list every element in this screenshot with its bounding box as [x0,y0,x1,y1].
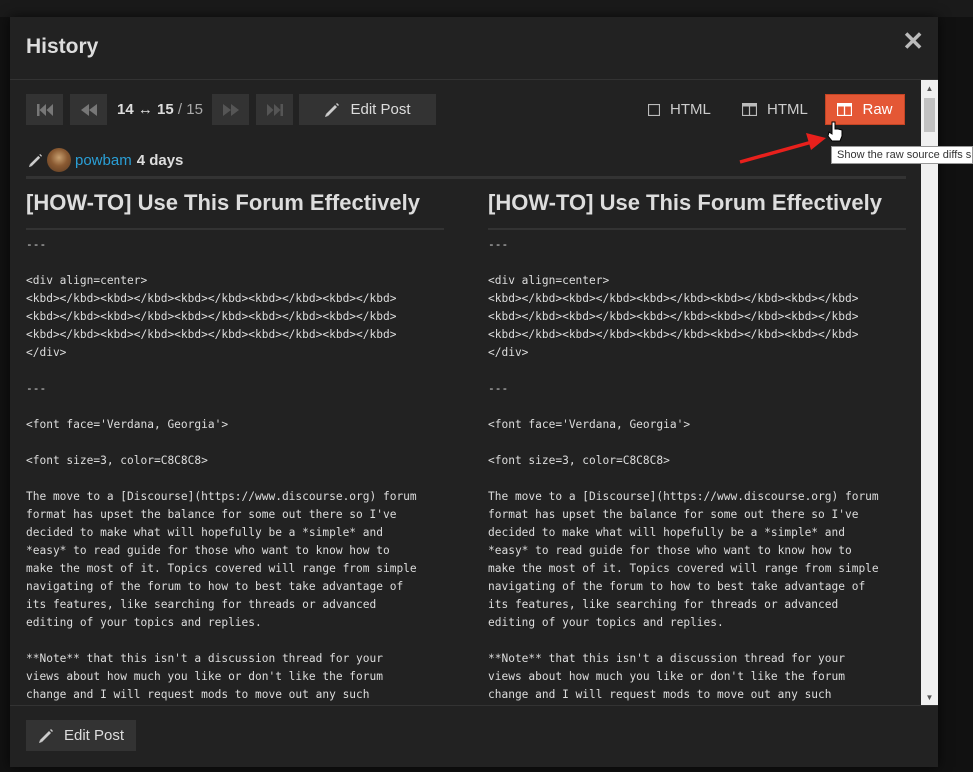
fast-forward-icon [222,103,239,116]
scroll-down-arrow-icon[interactable]: ▼ [921,691,938,705]
revision-age: 4 days [136,151,184,169]
rewind-icon [80,103,97,116]
last-revision-button[interactable] [256,94,293,125]
previous-title: [HOW-TO] Use This Forum Effectively [26,182,444,230]
modal-footer: Edit Post [10,705,938,768]
checkbox-icon [648,103,660,116]
mode-inline-button[interactable]: HTML [648,94,711,125]
mode-inline-label: HTML [670,101,711,118]
skip-last-icon [266,103,283,116]
mode-raw-button[interactable]: Raw [825,94,905,125]
previous-revision-button[interactable] [70,94,107,125]
pencil-icon [38,728,53,743]
modal-title: History [26,35,99,58]
avatar[interactable] [47,148,71,172]
revision-byline: powbam 4 days [28,147,183,173]
pencil-icon [325,102,340,117]
revision-counter: 14 ↔ 15 / 15 [117,101,203,118]
diff-right-column: [HOW-TO] Use This Forum Effectively --- … [488,182,908,704]
mode-side-by-side-label: HTML [767,101,808,118]
raw-tooltip: Show the raw source diffs side-by-side [831,146,973,164]
revision-separator: / [177,101,183,118]
backdrop-top-strip [0,0,973,17]
modal-header: History ✕ [10,17,938,80]
current-title: [HOW-TO] Use This Forum Effectively [488,182,906,230]
first-revision-button[interactable] [26,94,63,125]
revision-from: 14 [117,101,134,118]
footer-edit-post-label: Edit Post [63,727,125,744]
diff-left-column: [HOW-TO] Use This Forum Effectively --- … [26,182,446,704]
divider [26,176,906,179]
revision-to: 15 [157,101,174,118]
revision-arrow: ↔ [137,101,153,118]
columns-icon [742,103,757,116]
mode-side-by-side-button[interactable]: HTML [742,94,808,125]
scroll-up-arrow-icon[interactable]: ▲ [921,82,938,96]
edit-post-label: Edit Post [350,101,411,118]
pencil-icon [28,153,43,167]
current-raw-body: --- <div align=center> <kbd></kbd><kbd><… [488,238,879,701]
revision-total: 15 [186,101,203,118]
footer-edit-post-button[interactable]: Edit Post [26,720,136,751]
skip-first-icon [36,103,53,116]
scroll-thumb[interactable] [924,98,935,132]
edit-post-button[interactable]: Edit Post [299,94,436,125]
close-icon[interactable]: ✕ [902,28,924,54]
revision-toolbar: 14 ↔ 15 / 15 Edit Post HTML HTML Raw [26,94,908,126]
username-link[interactable]: powbam [75,152,132,169]
next-revision-button[interactable] [212,94,249,125]
history-modal: History ✕ 14 ↔ 15 / 15 Edit Post HTML HT… [10,17,938,767]
mode-raw-label: Raw [862,101,893,118]
modal-body: 14 ↔ 15 / 15 Edit Post HTML HTML Raw pow… [10,80,938,705]
columns-icon [837,103,853,116]
previous-raw-body: --- <div align=center> <kbd></kbd><kbd><… [26,238,417,701]
diff-scrollbar[interactable]: ▲ ▼ [921,80,938,705]
